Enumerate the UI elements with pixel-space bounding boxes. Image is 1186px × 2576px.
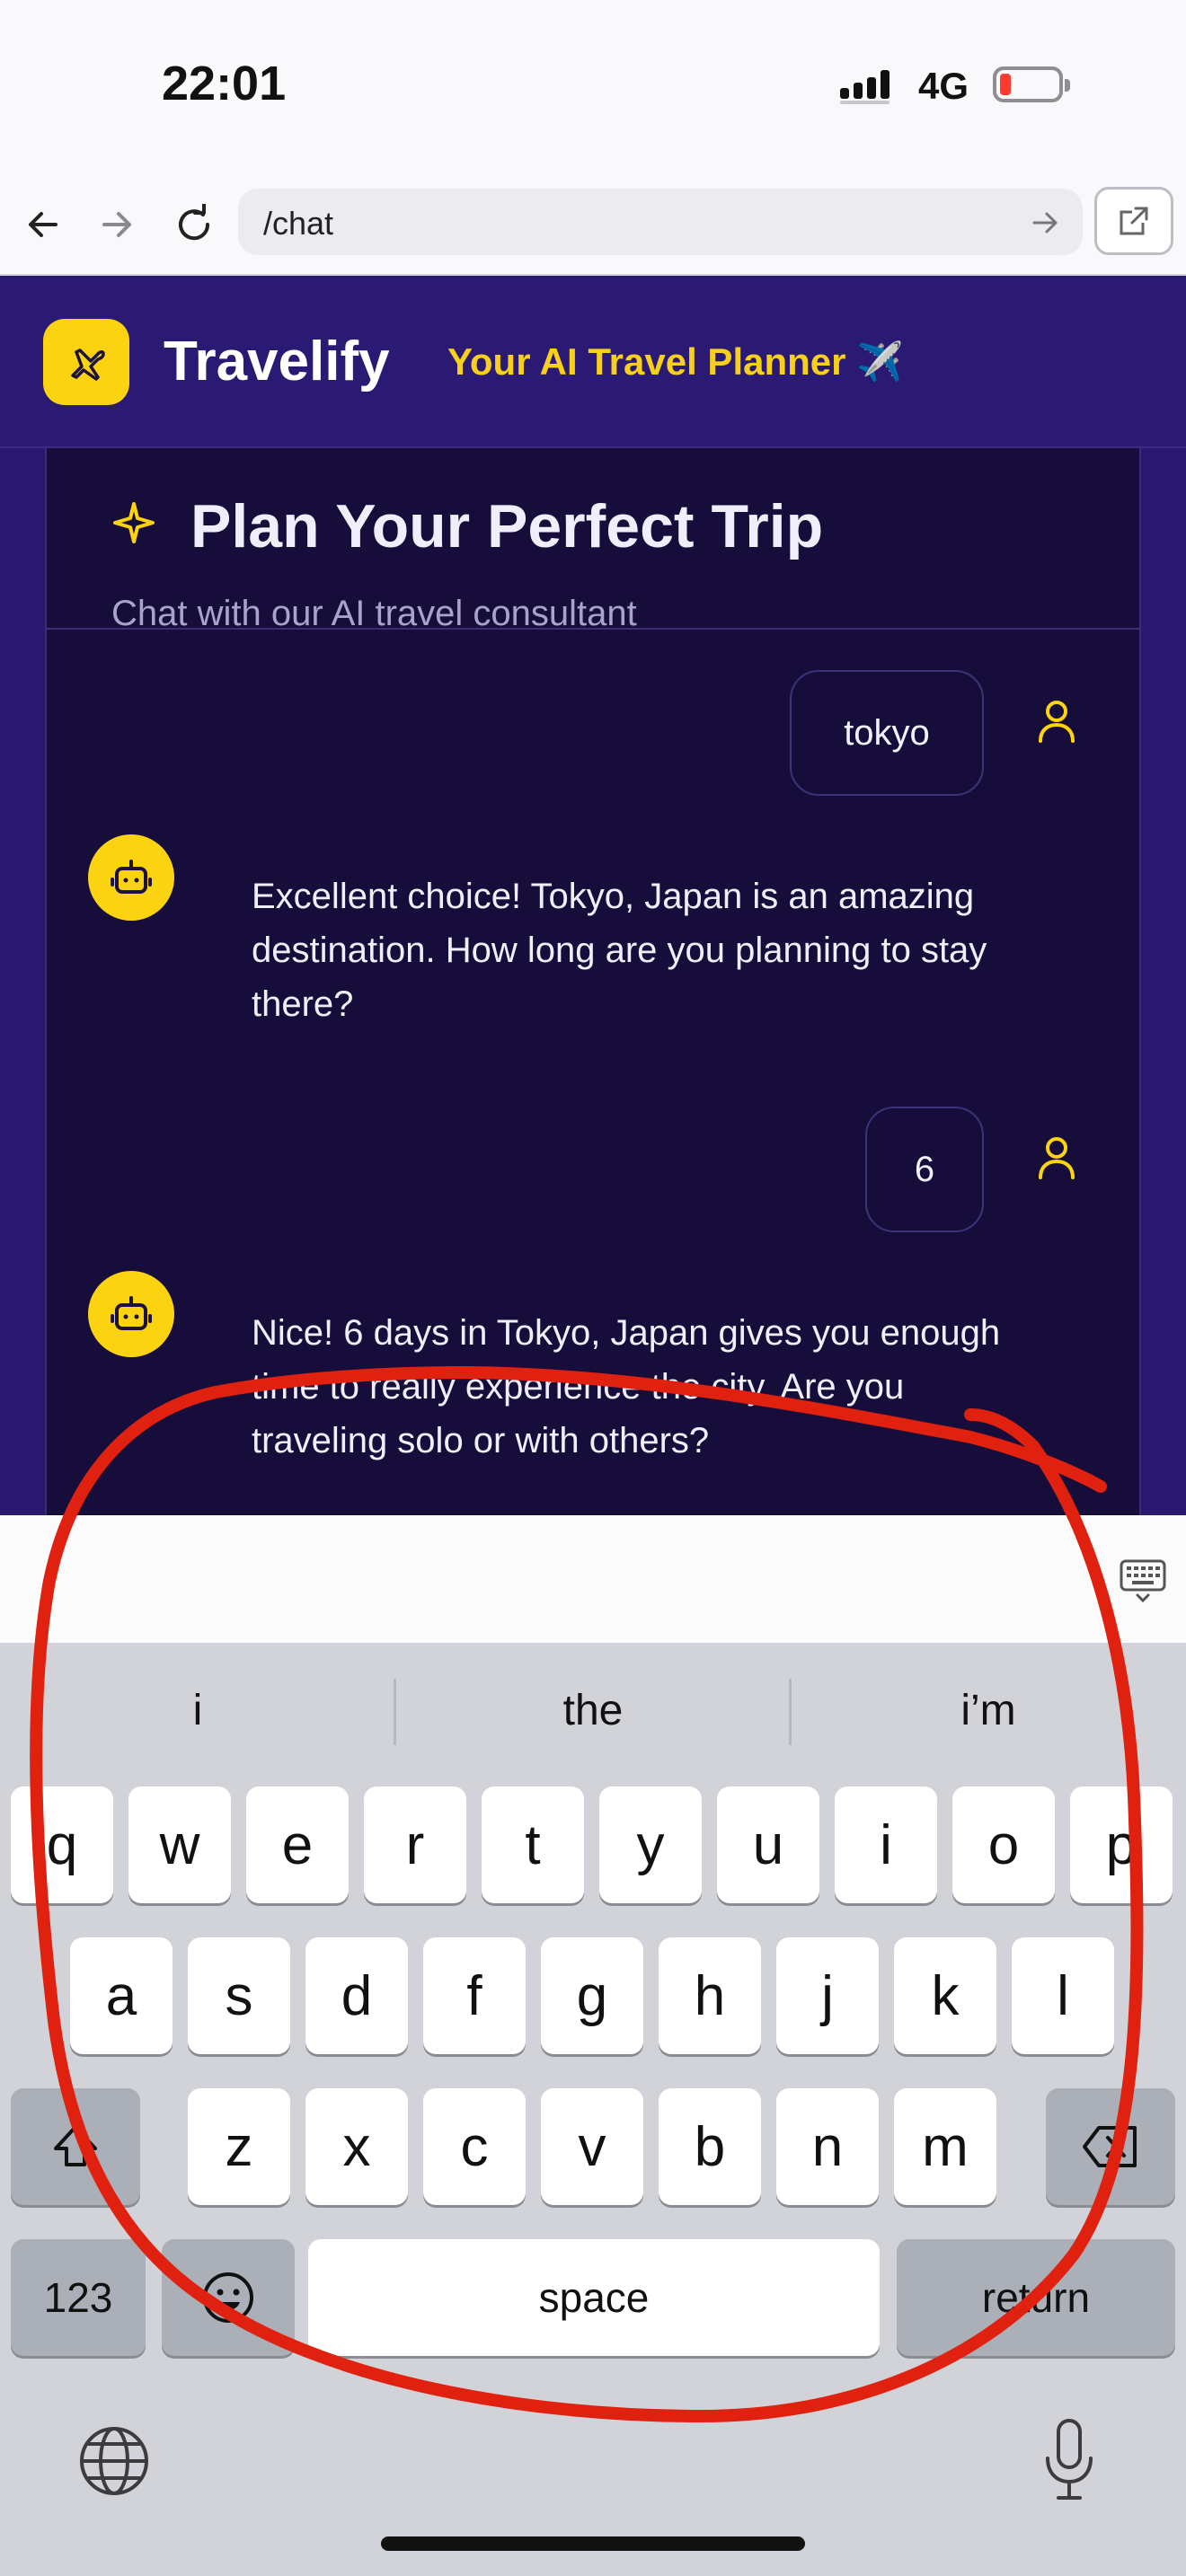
key-m[interactable]: m <box>894 2088 996 2205</box>
key-b[interactable]: b <box>659 2088 761 2205</box>
tagline: Your AI Travel Planner ✈️ <box>447 340 904 383</box>
numbers-key[interactable]: 123 <box>11 2239 146 2356</box>
key-v[interactable]: v <box>541 2088 643 2205</box>
ios-keyboard: i the i’m q w e r t y u i o p a s d f g … <box>0 1643 1186 2576</box>
key-g[interactable]: g <box>541 1937 643 2054</box>
panel-subtitle: Chat with our AI travel consultant <box>111 594 637 633</box>
globe-icon[interactable] <box>77 2424 151 2498</box>
forward-arrow-icon[interactable] <box>90 198 144 251</box>
key-a[interactable]: a <box>70 1937 173 2054</box>
key-p[interactable]: p <box>1070 1786 1173 1903</box>
reload-icon[interactable] <box>167 198 221 251</box>
status-bar: 22:01 4G <box>0 0 1186 171</box>
message-text: 6 <box>914 1149 935 1189</box>
suggestion-3[interactable]: i’m <box>791 1643 1186 1778</box>
key-w[interactable]: w <box>128 1786 231 1903</box>
chat-panel: Plan Your Perfect Trip Chat with our AI … <box>45 357 1141 1515</box>
key-k[interactable]: k <box>894 1937 996 2054</box>
emoji-key[interactable] <box>162 2239 295 2356</box>
bot-message: Excellent choice! Tokyo, Japan is an ama… <box>252 877 987 1024</box>
delete-key[interactable] <box>1046 2088 1175 2205</box>
suggestion-2[interactable]: the <box>395 1643 791 1778</box>
bot-avatar <box>88 1271 174 1357</box>
microphone-icon[interactable] <box>1042 2417 1096 2503</box>
back-arrow-icon[interactable] <box>16 198 70 251</box>
key-d[interactable]: d <box>305 1937 408 2054</box>
key-n[interactable]: n <box>776 2088 879 2205</box>
battery-icon <box>993 66 1070 102</box>
app-view: Travelify Your AI Travel Planner ✈️ Plan… <box>0 276 1186 1515</box>
backspace-icon <box>1083 2126 1137 2167</box>
key-f[interactable]: f <box>423 1937 526 2054</box>
user-message: 6 <box>865 1107 984 1232</box>
shift-icon <box>54 2125 97 2166</box>
network-type: 4G <box>918 65 969 107</box>
brand-name[interactable]: Travelify <box>164 330 390 393</box>
app-header: Travelify Your AI Travel Planner ✈️ <box>0 276 1186 448</box>
key-l[interactable]: l <box>1012 1937 1114 2054</box>
home-indicator <box>381 2536 805 2551</box>
shift-key[interactable] <box>11 2088 140 2205</box>
key-u[interactable]: u <box>717 1786 819 1903</box>
key-r[interactable]: r <box>364 1786 466 1903</box>
message-input-area[interactable] <box>0 1515 1186 1643</box>
user-message: tokyo <box>790 670 984 796</box>
external-link-icon <box>1120 207 1148 235</box>
bot-avatar <box>88 834 174 921</box>
panel-title: Plan Your Perfect Trip <box>190 492 824 560</box>
bot-message: Nice! 6 days in Tokyo, Japan gives you e… <box>252 1313 1001 1460</box>
user-icon <box>1039 1137 1075 1179</box>
browser-toolbar: /chat <box>0 171 1186 276</box>
key-i[interactable]: i <box>835 1786 937 1903</box>
key-c[interactable]: c <box>423 2088 526 2205</box>
return-key[interactable]: return <box>897 2239 1175 2356</box>
open-external-button[interactable] <box>1094 187 1173 255</box>
bot-icon <box>111 860 152 894</box>
bot-icon <box>111 1296 152 1330</box>
user-icon <box>1039 701 1075 743</box>
emoji-icon <box>203 2272 253 2323</box>
url-text: /chat <box>263 205 334 242</box>
suggestion-1[interactable]: i <box>0 1643 395 1778</box>
logo[interactable] <box>43 319 129 405</box>
key-e[interactable]: e <box>246 1786 349 1903</box>
space-key[interactable]: space <box>308 2239 880 2356</box>
url-input[interactable]: /chat <box>238 189 1083 255</box>
key-z[interactable]: z <box>188 2088 290 2205</box>
status-time: 22:01 <box>162 57 287 110</box>
airplane-icon <box>71 348 105 381</box>
key-o[interactable]: o <box>952 1786 1055 1903</box>
key-x[interactable]: x <box>305 2088 408 2205</box>
key-q[interactable]: q <box>11 1786 113 1903</box>
sparkle-icon <box>113 502 155 543</box>
go-arrow-icon[interactable] <box>1027 205 1063 241</box>
key-t[interactable]: t <box>482 1786 584 1903</box>
keyboard-hide-icon[interactable] <box>1118 1554 1168 1604</box>
signal-icon <box>840 70 890 104</box>
key-j[interactable]: j <box>776 1937 879 2054</box>
key-s[interactable]: s <box>188 1937 290 2054</box>
message-text: tokyo <box>844 712 930 753</box>
key-h[interactable]: h <box>659 1937 761 2054</box>
key-y[interactable]: y <box>599 1786 702 1903</box>
